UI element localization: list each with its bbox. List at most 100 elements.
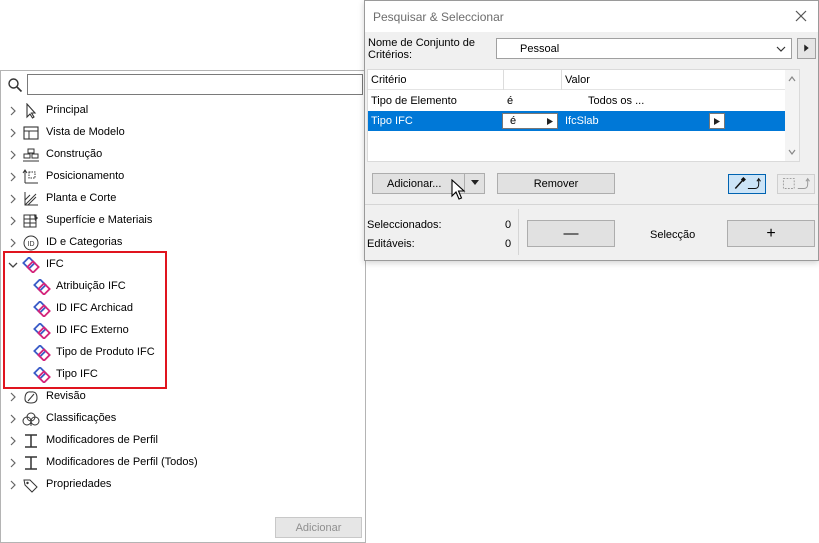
operator-cell[interactable]: é — [507, 95, 513, 107]
tree-item-label: Modificadores de Perfil (Todos) — [46, 456, 198, 468]
surface-materials-icon — [23, 214, 38, 228]
tree-item-label: Planta e Corte — [46, 192, 117, 204]
chevron-right-icon[interactable] — [7, 479, 19, 491]
pick-parameters-button[interactable] — [728, 174, 766, 194]
criteria-row-selected[interactable]: Tipo IFC é IfcSlab — [368, 111, 799, 131]
tree-item-id-categories[interactable]: ID ID e Categorias — [1, 232, 361, 254]
operator-dropdown[interactable]: é — [502, 113, 558, 129]
remove-criterion-button[interactable]: Remover — [497, 173, 615, 194]
positioning-icon — [22, 169, 38, 184]
tree-item-ifc-assignment[interactable]: Atribuição IFC — [1, 276, 361, 298]
chevron-right-icon[interactable] — [7, 149, 19, 161]
tree-item-positioning[interactable]: Posicionamento — [1, 166, 361, 188]
criteria-set-menu-button[interactable] — [797, 38, 816, 59]
chevron-right-icon[interactable] — [7, 127, 19, 139]
ifc-icon — [33, 279, 51, 295]
construction-icon — [23, 148, 39, 162]
triangle-right-icon — [714, 118, 720, 125]
tree-item-revision[interactable]: Revisão — [1, 386, 361, 408]
tree-item-label: Construção — [46, 148, 103, 160]
tree-item-ifc-type[interactable]: Tipo IFC — [1, 364, 361, 386]
tree-item-label: Atribuição IFC — [56, 280, 126, 292]
criterion-cell: Tipo IFC — [371, 115, 413, 127]
tree-item-label: Principal — [46, 104, 89, 116]
ifc-icon — [22, 257, 40, 273]
select-button[interactable]: + — [727, 220, 815, 247]
tree-item-label: Tipo IFC — [56, 368, 98, 380]
selected-count-value: 0 — [505, 219, 512, 231]
search-icon — [8, 78, 23, 93]
value-menu-button[interactable] — [709, 113, 725, 129]
criteria-set-value: Pessoal — [520, 43, 560, 55]
chevron-right-icon[interactable] — [7, 171, 19, 183]
svg-text:ID: ID — [28, 241, 35, 248]
eyedropper-icon — [734, 176, 761, 189]
criteria-table-header: Critério Valor — [368, 70, 799, 90]
tree-item-principal[interactable]: Principal — [1, 100, 361, 122]
model-view-icon — [23, 126, 39, 140]
chevron-right-icon[interactable] — [7, 391, 19, 403]
chevron-right-icon[interactable] — [7, 413, 19, 425]
scroll-down-icon[interactable] — [788, 148, 796, 156]
tree-item-properties[interactable]: Propriedades — [1, 474, 361, 496]
dialog-titlebar[interactable]: Pesquisar & Seleccionar — [365, 1, 818, 32]
pointer-arrow-icon — [26, 103, 37, 119]
deselect-button[interactable]: — — [527, 220, 615, 247]
criteria-tree-panel: Principal Vista de Modelo Construção Pos… — [0, 70, 366, 543]
add-criterion-dropdown-button[interactable] — [464, 173, 485, 194]
chevron-right-icon[interactable] — [7, 105, 19, 117]
mouse-cursor-icon — [451, 179, 466, 200]
column-header-value: Valor — [565, 74, 590, 86]
chevron-down-icon[interactable] — [776, 44, 786, 54]
editable-count-label: Editáveis: — [367, 238, 415, 250]
ifc-icon — [33, 345, 51, 361]
tree-item-ifc-external-id[interactable]: ID IFC Externo — [1, 320, 361, 342]
tree-item-label: Classificações — [46, 412, 117, 424]
tree-search-input[interactable] — [27, 74, 363, 95]
criteria-scrollbar[interactable] — [785, 70, 799, 161]
scroll-up-icon[interactable] — [788, 75, 796, 83]
chevron-right-icon[interactable] — [7, 215, 19, 227]
tree-item-label: ID IFC Archicad — [56, 302, 134, 314]
chevron-down-icon[interactable] — [7, 259, 19, 271]
tree-item-profile-modifiers[interactable]: Modificadores de Perfil — [1, 430, 361, 452]
marquee-pick-button[interactable] — [777, 174, 815, 194]
tree-item-label: Propriedades — [46, 478, 112, 490]
tree-item-model-view[interactable]: Vista de Modelo — [1, 122, 361, 144]
tree-add-button[interactable]: Adicionar — [275, 517, 362, 538]
classifications-icon — [22, 412, 40, 426]
tree-item-classifications[interactable]: Classificações — [1, 408, 361, 430]
triangle-down-icon — [470, 180, 479, 185]
tree-item-construction[interactable]: Construção — [1, 144, 361, 166]
value-cell[interactable]: IfcSlab — [565, 115, 599, 127]
tree-item-ifc[interactable]: IFC — [1, 254, 361, 276]
tree-item-ifc-archicad-id[interactable]: ID IFC Archicad — [1, 298, 361, 320]
revision-icon — [24, 391, 38, 404]
chevron-right-icon[interactable] — [7, 237, 19, 249]
ifc-icon — [33, 301, 51, 317]
tree-item-label: Modificadores de Perfil — [46, 434, 158, 446]
criteria-set-select[interactable]: Pessoal — [496, 38, 792, 59]
dialog-divider — [365, 204, 818, 205]
chevron-right-icon[interactable] — [7, 435, 19, 447]
selected-count-label: Seleccionados: — [367, 219, 442, 231]
chevron-right-icon[interactable] — [7, 457, 19, 469]
close-icon[interactable] — [794, 9, 808, 23]
tree-item-floor-plan-section[interactable]: Planta e Corte — [1, 188, 361, 210]
criteria-row[interactable]: Tipo de Elemento é Todos os ... — [368, 91, 799, 111]
column-divider[interactable] — [561, 70, 562, 90]
column-header-criterion: Critério — [371, 74, 407, 86]
criteria-set-label: Nome de Conjunto de Critérios: — [368, 37, 476, 61]
tree-item-label: Superfície e Materiais — [46, 214, 153, 226]
tree-item-profile-modifiers-all[interactable]: Modificadores de Perfil (Todos) — [1, 452, 361, 474]
value-cell[interactable]: Todos os ... — [588, 95, 644, 107]
tree-item-surface-materials[interactable]: Superfície e Materiais — [1, 210, 361, 232]
marquee-icon — [782, 177, 810, 189]
chevron-right-icon[interactable] — [7, 193, 19, 205]
profile-modifiers-all-icon — [25, 456, 37, 470]
criterion-cell: Tipo de Elemento — [371, 95, 457, 107]
tree-item-ifc-product-type[interactable]: Tipo de Produto IFC — [1, 342, 361, 364]
column-divider[interactable] — [503, 70, 504, 90]
tree-item-label: ID IFC Externo — [56, 324, 129, 336]
id-categories-icon: ID — [23, 235, 39, 251]
